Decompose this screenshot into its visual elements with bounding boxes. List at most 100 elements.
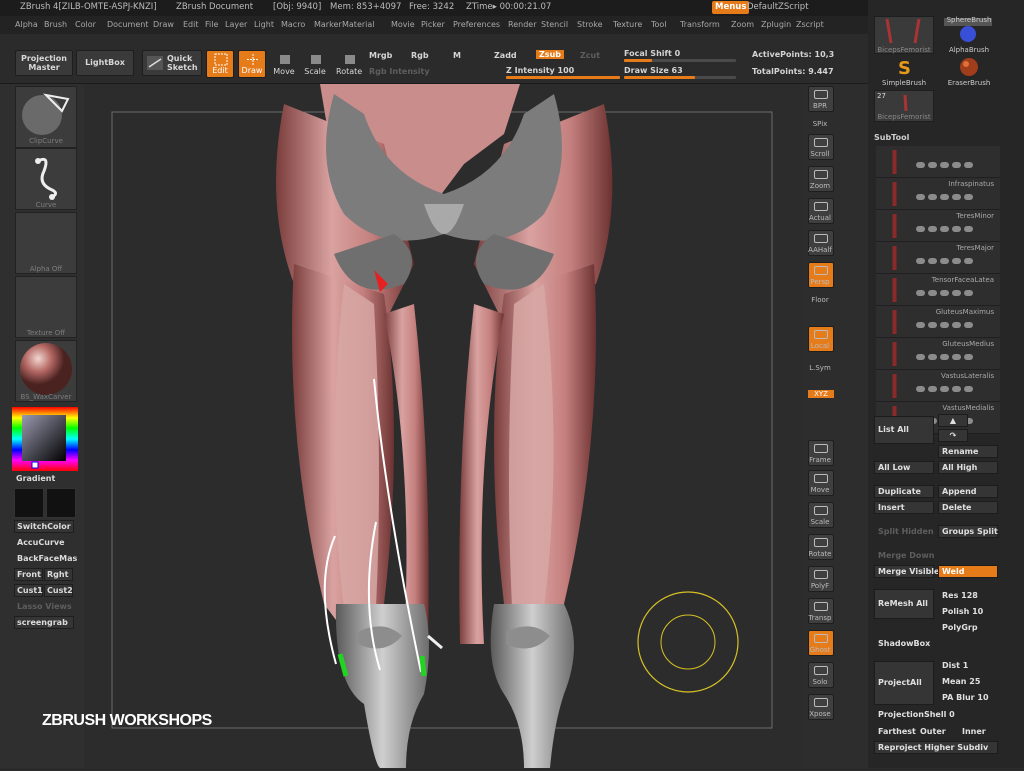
toggle-icon[interactable] <box>940 194 949 200</box>
menu-tool[interactable]: Tool <box>651 20 667 29</box>
toggle-icon[interactable] <box>940 162 949 168</box>
mean-slider[interactable]: Mean 25 <box>938 675 998 688</box>
menu-preferences[interactable]: Preferences <box>453 20 500 29</box>
shadowbox-subpalette[interactable]: ShadowBox <box>874 637 934 650</box>
menu-edit[interactable]: Edit <box>183 20 199 29</box>
dist-slider[interactable]: Dist 1 <box>938 659 998 672</box>
toggle-icon[interactable] <box>928 226 937 232</box>
menu-marker[interactable]: Marker <box>314 20 342 29</box>
custom2-view-button[interactable]: Cust2 <box>44 584 73 597</box>
arrow-down-button[interactable]: ↷ <box>938 429 968 442</box>
shelf-lsym-label[interactable]: L.Sym <box>800 364 840 372</box>
toggle-icon[interactable] <box>940 386 949 392</box>
menu-transform[interactable]: Transform <box>680 20 720 29</box>
eye-icon[interactable] <box>964 322 973 328</box>
all-high-button[interactable]: All High <box>938 461 998 474</box>
m-button[interactable]: M <box>453 51 461 60</box>
subtool-item[interactable]: Infraspinatus <box>876 178 1000 210</box>
zcut-button[interactable]: Zcut <box>580 51 600 60</box>
list-all-button[interactable]: List All <box>874 416 934 444</box>
subtool-visibility-toggles[interactable] <box>916 353 996 360</box>
toggle-icon[interactable] <box>916 322 925 328</box>
subtool-item[interactable]: TeresMajor <box>876 242 1000 274</box>
delete-button[interactable]: Delete <box>938 501 998 514</box>
curve-handle-end[interactable] <box>419 655 427 677</box>
lasso-views-button[interactable]: Lasso Views <box>14 600 74 613</box>
toggle-icon[interactable] <box>940 290 949 296</box>
eye-icon[interactable] <box>964 354 973 360</box>
eye-icon[interactable] <box>964 386 973 392</box>
menu-render[interactable]: Render <box>508 20 536 29</box>
toggle-icon[interactable] <box>952 258 961 264</box>
inner-toggle[interactable]: Inner <box>958 725 998 738</box>
custom1-view-button[interactable]: Cust1 <box>14 584 43 597</box>
subtool-item[interactable]: TeresMinor <box>876 210 1000 242</box>
menu-file[interactable]: File <box>205 20 218 29</box>
menu-zscript[interactable]: Zscript <box>796 20 824 29</box>
toggle-icon[interactable] <box>928 194 937 200</box>
groups-split-button[interactable]: Groups Split <box>938 525 998 538</box>
gradient-label[interactable]: Gradient <box>16 474 55 483</box>
toggle-icon[interactable] <box>928 290 937 296</box>
menu-macro[interactable]: Macro <box>281 20 305 29</box>
menu-picker[interactable]: Picker <box>421 20 445 29</box>
toggle-icon[interactable] <box>952 290 961 296</box>
move-button[interactable]: Move <box>272 50 296 78</box>
merge-visible-button[interactable]: Merge Visible <box>874 565 939 578</box>
toggle-icon[interactable] <box>928 354 937 360</box>
menus-toggle[interactable]: Menus <box>712 1 750 14</box>
toggle-icon[interactable] <box>940 322 949 328</box>
menu-document[interactable]: Document <box>107 20 148 29</box>
subtool-item[interactable]: TensorFaceaLatea <box>876 274 1000 306</box>
brush-slot-bicepsfemoris-27[interactable]: 27 BicepsFemorist <box>874 90 934 122</box>
project-all-button[interactable]: ProjectAll <box>874 661 934 705</box>
merge-down-button[interactable]: Merge Down <box>874 549 935 562</box>
screengrab-button[interactable]: screengrab <box>14 616 74 629</box>
zsub-button[interactable]: Zsub <box>536 50 564 59</box>
subtool-item[interactable]: GluteusMaximus <box>876 306 1000 338</box>
subtool-visibility-toggles[interactable] <box>916 321 996 328</box>
subtool-visibility-toggles[interactable] <box>916 161 996 168</box>
brush-slot-eraser[interactable]: EraserBrush <box>938 56 1000 90</box>
toggle-icon[interactable] <box>916 226 925 232</box>
menu-alpha[interactable]: Alpha <box>15 20 38 29</box>
shelf-spix-label[interactable]: SPix <box>800 120 840 128</box>
eye-icon[interactable] <box>964 162 973 168</box>
polygrp-toggle[interactable]: PolyGrp <box>938 621 998 634</box>
viewport[interactable] <box>84 84 802 768</box>
reproject-higher-subdiv-button[interactable]: Reproject Higher Subdiv <box>874 741 998 754</box>
toggle-icon[interactable] <box>916 290 925 296</box>
color-picker[interactable] <box>12 407 78 471</box>
menu-material[interactable]: Material <box>342 20 375 29</box>
pa-blur-slider[interactable]: PA Blur 10 <box>938 691 998 704</box>
split-hidden-button[interactable]: Split Hidden <box>874 525 934 538</box>
zadd-button[interactable]: Zadd <box>494 51 517 60</box>
eye-icon[interactable] <box>964 194 973 200</box>
duplicate-button[interactable]: Duplicate <box>874 485 934 498</box>
toggle-icon[interactable] <box>916 162 925 168</box>
projection-shell-slider[interactable]: ProjectionShell 0 <box>874 708 998 721</box>
subtool-visibility-toggles[interactable] <box>916 289 996 296</box>
brush-slot-simple[interactable]: S SimpleBrush <box>874 56 934 90</box>
brush-slot-sphere[interactable]: SphereBrush AlphaBrush <box>938 16 1000 54</box>
polish-slider[interactable]: Polish 10 <box>938 605 998 618</box>
menu-texture[interactable]: Texture <box>613 20 642 29</box>
toggle-icon[interactable] <box>916 258 925 264</box>
draw-size-slider[interactable] <box>624 76 736 79</box>
default-zscript[interactable]: DefaultZScript <box>747 2 809 12</box>
arrow-up-button[interactable]: ▲ <box>938 414 968 427</box>
accucurve-button[interactable]: AccuCurve <box>14 536 74 549</box>
toggle-icon[interactable] <box>940 354 949 360</box>
toggle-icon[interactable] <box>928 258 937 264</box>
projection-master-button[interactable]: Projection Master <box>15 50 73 76</box>
focal-shift-slider[interactable] <box>624 59 736 62</box>
menu-layer[interactable]: Layer <box>225 20 247 29</box>
subtool-visibility-toggles[interactable] <box>916 257 996 264</box>
draw-button[interactable]: Draw <box>238 50 266 78</box>
subtool-item[interactable]: GluteusMedius <box>876 338 1000 370</box>
scale-button[interactable]: Scale <box>303 50 327 78</box>
menu-stencil[interactable]: Stencil <box>541 20 568 29</box>
toggle-icon[interactable] <box>916 194 925 200</box>
toggle-icon[interactable] <box>940 258 949 264</box>
subtool-visibility-toggles[interactable] <box>916 225 996 232</box>
